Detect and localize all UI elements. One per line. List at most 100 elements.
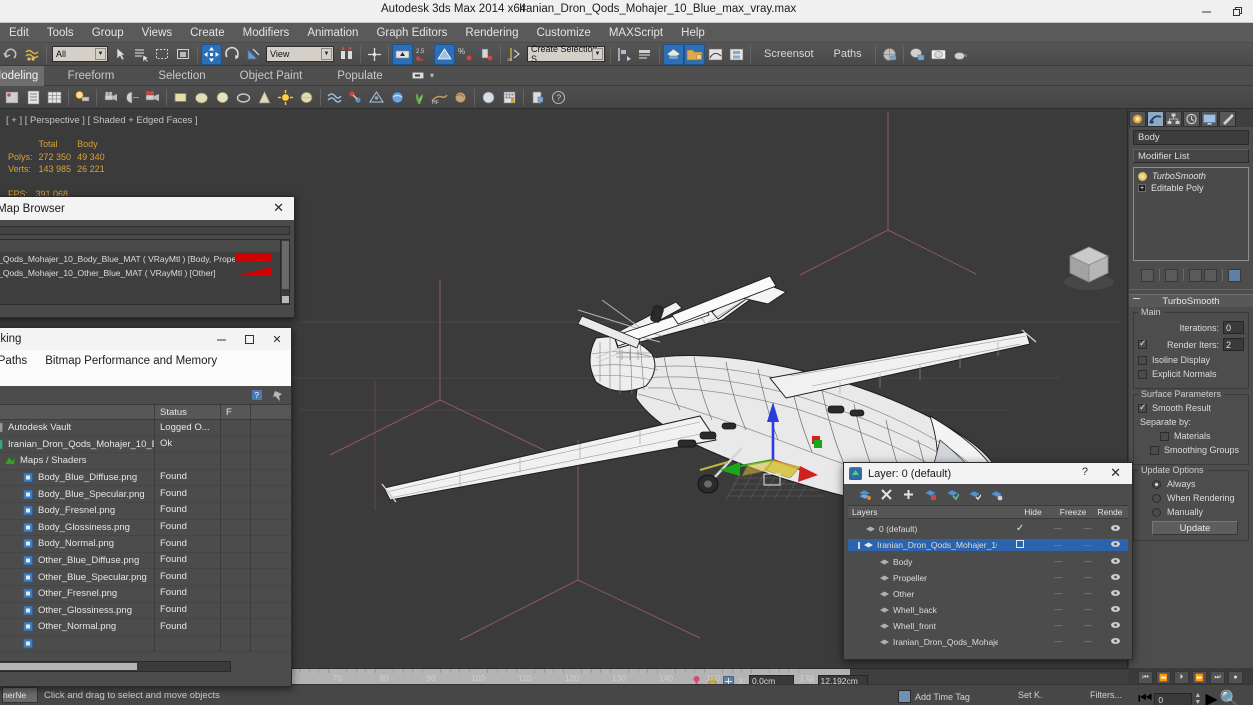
list-item[interactable]: Iranian_Dron_Qods_Mohajer_10_Blue — —	[848, 539, 1128, 551]
table-row[interactable]: Body_Glossiness.png Found	[0, 519, 291, 537]
asset-tracking-window[interactable]: Asset Tracking ✕ er File Paths Bitmap Pe…	[0, 327, 292, 687]
render-toggle-icon[interactable]	[1102, 524, 1128, 534]
freeze-toggle[interactable]: —	[1073, 573, 1102, 582]
column-freeze[interactable]: Freeze	[1054, 507, 1092, 517]
update-always-radio[interactable]	[1152, 479, 1161, 489]
help-icon[interactable]: ?	[548, 87, 569, 108]
cloth-icon[interactable]	[324, 87, 345, 108]
help-icon[interactable]: ?	[1082, 466, 1088, 478]
menu-customize[interactable]: Customize	[527, 23, 599, 43]
scrollbar-end-marker[interactable]	[282, 296, 289, 303]
layer-properties-icon[interactable]	[990, 488, 1003, 501]
use-pivot-center-icon[interactable]	[336, 44, 357, 65]
material-editor-icon[interactable]	[663, 43, 684, 65]
iterations-spinner[interactable]: 0	[1223, 321, 1244, 334]
create-new-layer-icon[interactable]	[858, 488, 871, 501]
window-crossing-icon[interactable]	[173, 44, 194, 65]
list-item[interactable]: Iranian_Dron_Qods_Mohajer_10_Blue — —	[848, 636, 1128, 647]
menu-paths[interactable]: Paths	[0, 355, 36, 367]
render-toggle-icon[interactable]	[1102, 621, 1128, 631]
building-icon[interactable]	[499, 87, 520, 108]
list-item[interactable]: Other — —	[848, 588, 1128, 599]
smooth-result-row[interactable]: Smooth Result	[1138, 402, 1244, 413]
menu-group[interactable]: Group	[83, 23, 133, 43]
free-camera-icon[interactable]	[142, 87, 163, 108]
render-setup-icon[interactable]	[879, 44, 900, 65]
close-icon[interactable]: ✕	[1110, 465, 1121, 481]
maxscript-mini-listener[interactable]: nerNe	[2, 687, 38, 703]
update-manually-row[interactable]: Manually	[1152, 507, 1244, 517]
mirror-icon[interactable]: ac	[504, 44, 525, 65]
freeze-toggle[interactable]: —	[1073, 605, 1102, 614]
smooth-result-checkbox[interactable]	[1138, 402, 1147, 413]
light-icon[interactable]	[72, 87, 93, 108]
tab-motion[interactable]	[1183, 110, 1200, 127]
explicit-normals-row[interactable]: Explicit Normals	[1138, 369, 1244, 379]
current-frame-field[interactable]: 0	[1154, 692, 1193, 705]
tab-freeform[interactable]: Freeform	[44, 66, 138, 86]
freeze-toggle[interactable]: —	[1073, 557, 1102, 566]
set-key-button[interactable]: Set K.	[1018, 690, 1043, 700]
render-toggle-icon[interactable]	[1102, 637, 1128, 647]
material-list-item[interactable]: Iranian_Dron_Qods_Mohajer_10_Body_Blue_M…	[0, 252, 289, 266]
minimize-icon[interactable]	[1191, 0, 1222, 23]
hide-toggle[interactable]: —	[1044, 637, 1073, 646]
select-object-icon[interactable]	[110, 44, 131, 65]
chevron-down-icon[interactable]: ▼	[95, 48, 106, 60]
hair-and-fur-icon[interactable]	[345, 87, 366, 108]
update-always-row[interactable]: Always	[1152, 479, 1244, 489]
render-toggle-icon[interactable]	[1102, 589, 1128, 599]
tab-utilities[interactable]	[1219, 110, 1236, 127]
delete-layer-icon[interactable]	[880, 488, 893, 501]
menu-edit[interactable]: Edit	[0, 23, 38, 43]
column-status[interactable]: Status	[155, 404, 221, 420]
activeshade-teapot-icon[interactable]	[949, 44, 970, 65]
configure-modifier-sets-icon[interactable]	[1228, 268, 1241, 282]
go-to-start-icon[interactable]: ⏮	[1138, 671, 1153, 684]
table-row[interactable]: Other_Fresnel.png Found	[0, 585, 291, 603]
column-hide[interactable]: Hide	[1012, 507, 1054, 517]
previous-frame-icon[interactable]: ⏪	[1156, 671, 1171, 684]
box-primitive-icon[interactable]	[170, 87, 191, 108]
set-current-layer-icon[interactable]	[968, 488, 982, 501]
play-animation-icon[interactable]: ⏵	[1174, 671, 1189, 684]
list-item[interactable]: Propeller — —	[848, 572, 1128, 583]
cylinder-primitive-icon[interactable]	[212, 87, 233, 108]
scrollbar-thumb[interactable]	[282, 241, 289, 289]
ribbon-minimize-icon[interactable]	[410, 71, 426, 81]
modifier-stack-item-turbosmooth[interactable]: TurboSmooth	[1136, 170, 1246, 182]
update-button[interactable]: Update	[1152, 521, 1238, 535]
maximize-icon[interactable]	[235, 328, 263, 350]
modifier-stack-item-editable-poly[interactable]: + Editable Poly	[1136, 182, 1246, 194]
tab-hierarchy[interactable]	[1165, 110, 1182, 127]
chevron-down-icon[interactable]: ▼	[321, 48, 332, 60]
layer-manager-window[interactable]: Layer: 0 (default) ? ✕ Layers Hide Freez…	[843, 462, 1133, 660]
tab-display[interactable]	[1201, 110, 1218, 127]
screenshot-button[interactable]: Screensot	[754, 48, 824, 60]
hair-farm-icon[interactable]: HF	[429, 87, 450, 108]
pin-window-icon[interactable]	[272, 389, 285, 402]
container-icon[interactable]	[527, 87, 548, 108]
add-selection-to-layer-icon[interactable]	[902, 488, 915, 501]
render-toggle-icon[interactable]	[1102, 573, 1128, 583]
go-to-end-icon[interactable]: ⏭	[1210, 671, 1225, 684]
snaps-toggle-icon[interactable]	[392, 43, 413, 65]
list-view-icon[interactable]	[23, 87, 44, 108]
menu-modifiers[interactable]: Modifiers	[234, 23, 299, 43]
key-filters-button[interactable]: Filters...	[1090, 690, 1122, 700]
material-list-scrollbar[interactable]	[280, 240, 289, 304]
isoline-display-row[interactable]: Isoline Display	[1138, 355, 1244, 365]
water-icon[interactable]	[387, 87, 408, 108]
table-row[interactable]: Body_Normal.png Found	[0, 535, 291, 553]
select-link-icon[interactable]	[22, 44, 43, 65]
key-mode-toggle-icon[interactable]: ●	[1228, 671, 1243, 684]
isoline-display-checkbox[interactable]	[1138, 355, 1147, 365]
torus-primitive-icon[interactable]	[233, 87, 254, 108]
table-row[interactable]: Body_Blue_Specular.png Found	[0, 485, 291, 503]
time-configuration-icon[interactable]: ⏮	[1138, 690, 1152, 705]
render-toggle-icon[interactable]	[1102, 605, 1128, 615]
collapse-icon[interactable]	[1133, 298, 1140, 299]
tab-object-paint[interactable]: Object Paint	[226, 66, 316, 86]
material-list-item[interactable]: Iranian_Dron_Qods_Mohajer_10_Other_Blue_…	[0, 266, 289, 280]
paths-button[interactable]: Paths	[824, 48, 872, 60]
